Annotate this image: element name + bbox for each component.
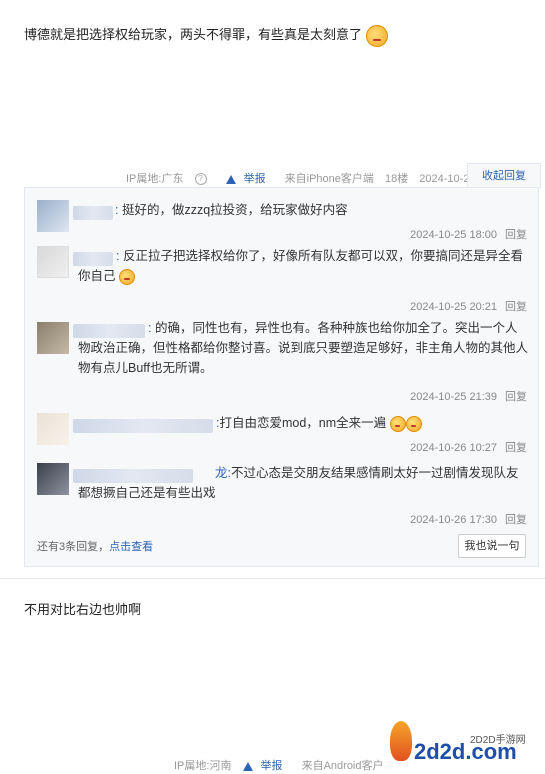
avatar[interactable] [37, 246, 69, 278]
reply-button[interactable]: 我也说一句 [458, 534, 526, 558]
reply-button[interactable]: 回复 [505, 391, 527, 403]
more-replies: 还有3条回复，点击查看 [37, 541, 154, 553]
reply-time: 2024-10-25 20:21 [410, 301, 497, 313]
reply-meta: 2024-10-25 21:39 回复 [410, 388, 527, 404]
post-meta: IP属地:广东 ? 举报 来自iPhone客户端 18楼 2024-10-25 … [126, 170, 514, 186]
warning-icon [225, 174, 236, 184]
emoji-icon [405, 415, 422, 432]
reply-text: :打自由恋爱mod，nm全来一遍 [78, 413, 528, 433]
emoji-icon [389, 415, 406, 432]
collapse-replies-button[interactable]: 收起回复 [467, 163, 541, 188]
avatar[interactable] [37, 200, 69, 232]
reply-text: : 反正拉子把选择权给你了，好像所有队友都可以双，你要搞同还是异全看你自己 [78, 249, 523, 285]
help-icon[interactable]: ? [194, 173, 207, 186]
reply-container: : 挺好的，做zzzq拉投资，给玩家做好内容 2024-10-25 18:00 回… [24, 187, 539, 567]
emoji-icon [365, 24, 388, 47]
reply-button[interactable]: 回复 [505, 229, 527, 241]
divider [0, 578, 545, 579]
reply-meta: 2024-10-25 20:21 回复 [410, 298, 527, 314]
username-blurred[interactable] [73, 206, 113, 220]
reply-button[interactable]: 回复 [505, 514, 527, 526]
client-source: 来自iPhone客户端 [284, 173, 374, 185]
reply-time: 2024-10-25 21:39 [410, 391, 497, 403]
reply-button[interactable]: 回复 [505, 301, 527, 313]
reply-text: : 的确，同性也有，异性也有。各种种族也给你加全了。突出一个人物政治正确，但性格… [78, 321, 529, 375]
reply-time: 2024-10-25 18:00 [410, 229, 497, 241]
post-meta: IP属地:河南 举报 来自Android客户端 [174, 757, 403, 773]
post-content: 博德就是把选择权给玩家，两头不得罪，有些真是太刻意了 [24, 24, 388, 47]
reply-meta: 2024-10-26 17:30 回复 [410, 511, 527, 527]
watermark-logo: 2D2D手游网 2d2d.com [384, 717, 545, 774]
reply-button[interactable]: 回复 [505, 442, 527, 454]
reply-meta: 2024-10-25 18:00 回复 [410, 226, 527, 242]
client-source: 来自Android客户端 [301, 760, 395, 772]
post-text: 博德就是把选择权给玩家，两头不得罪，有些真是太刻意了 [24, 27, 363, 42]
warning-icon [242, 761, 253, 771]
ip-location: IP属地:河南 [174, 760, 232, 772]
avatar[interactable] [37, 322, 69, 354]
floor-number: 18楼 [384, 173, 409, 185]
reply-meta: 2024-10-26 10:27 回复 [410, 439, 527, 455]
watermark-big-text: 2d2d.com [414, 739, 517, 764]
report-link[interactable]: 举报 [225, 173, 274, 185]
view-more-link[interactable]: 点击查看 [109, 541, 153, 553]
reply-text: 龙:不过心态是交朋友结果感情刷太好一过剧情发现队友都想撅自己还是有些出戏 [78, 466, 519, 500]
flame-logo-icon [390, 721, 412, 761]
reply-time: 2024-10-26 17:30 [410, 514, 497, 526]
reply-text: : 挺好的，做zzzq拉投资，给玩家做好内容 [115, 203, 348, 217]
report-link[interactable]: 举报 [242, 760, 291, 772]
post-text: 不用对比右边也帅啊 [24, 602, 142, 617]
ip-location: IP属地:广东 ? [126, 173, 215, 186]
reply-time: 2024-10-26 10:27 [410, 442, 497, 454]
emoji-icon [119, 268, 135, 285]
avatar[interactable] [37, 413, 69, 445]
avatar[interactable] [37, 463, 69, 495]
